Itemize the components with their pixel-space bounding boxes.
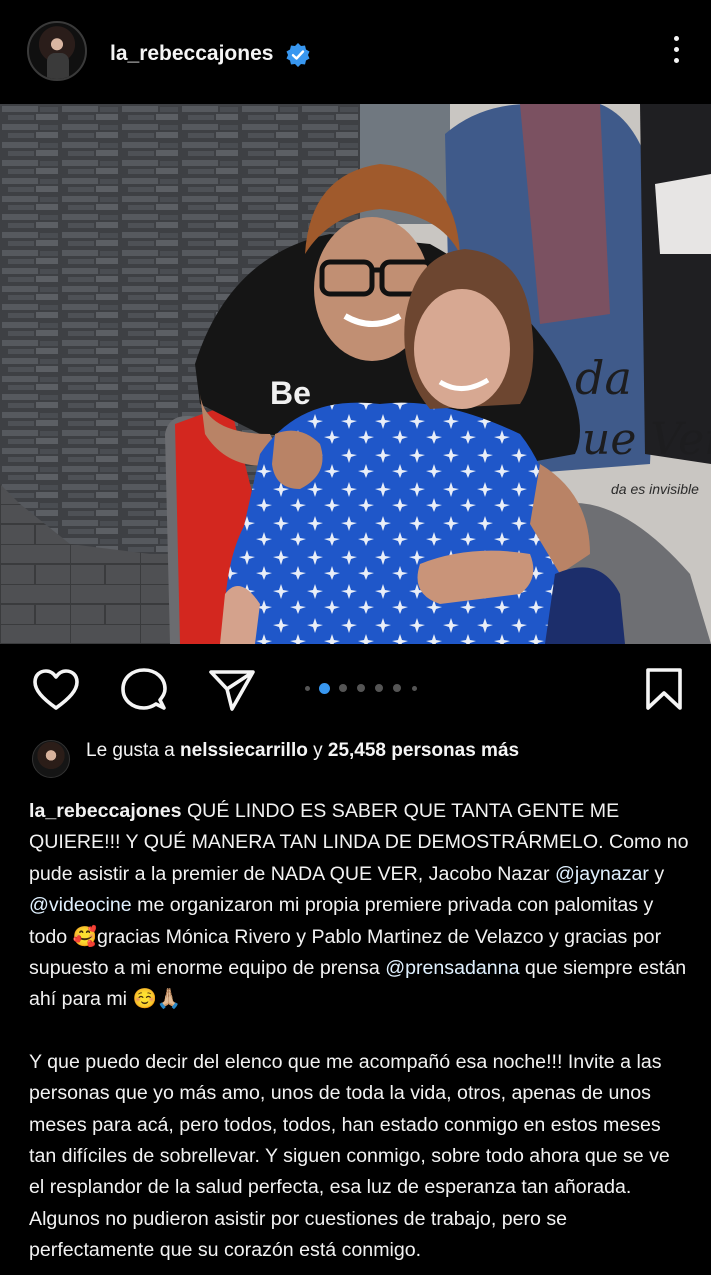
carousel-dot bbox=[357, 684, 365, 692]
more-options-icon[interactable] bbox=[668, 36, 684, 70]
caption-paragraph-2: Y que puedo decir del elenco que me acom… bbox=[29, 1050, 670, 1262]
carousel-dot bbox=[412, 686, 417, 691]
verified-badge-icon bbox=[286, 43, 310, 67]
carousel-dot bbox=[305, 686, 310, 691]
bookmark-icon[interactable] bbox=[645, 667, 683, 711]
profile-avatar[interactable] bbox=[27, 21, 87, 81]
caption-paragraph-1: la_rebeccajones QUÉ LINDO ES SABER QUE T… bbox=[29, 796, 689, 1016]
carousel-dot bbox=[393, 684, 401, 692]
comment-icon[interactable] bbox=[120, 666, 168, 714]
likes-prefix: Le gusta a bbox=[86, 740, 181, 761]
likes-count[interactable]: 25,458 personas bbox=[328, 740, 476, 761]
post-caption: la_rebeccajones QUÉ LINDO ES SABER QUE T… bbox=[29, 796, 689, 1267]
likes-summary[interactable]: Le gusta a nelssiecarrillo y 25,458 pers… bbox=[86, 737, 556, 764]
liker-username[interactable]: nelssiecarrillo bbox=[180, 740, 308, 761]
post-username[interactable]: la_rebeccajones bbox=[110, 42, 273, 66]
post-actions bbox=[0, 644, 711, 734]
mention-link[interactable]: @prensadanna bbox=[385, 957, 519, 979]
caption-text: y bbox=[648, 862, 665, 885]
post-header: la_rebeccajones bbox=[0, 0, 711, 104]
send-icon[interactable] bbox=[208, 668, 256, 712]
likes-suffix: más bbox=[475, 740, 520, 761]
caption-author[interactable]: la_rebeccajones bbox=[29, 800, 182, 822]
svg-text:Be: Be bbox=[270, 375, 311, 411]
post-image[interactable]: da ue Ver da es invisible Be bbox=[0, 104, 711, 644]
carousel-dot-active bbox=[319, 683, 330, 694]
poster-title-2: ue Ver bbox=[582, 414, 711, 465]
poster-title-1: da bbox=[575, 351, 632, 405]
carousel-dot bbox=[375, 684, 383, 692]
post-photo: da ue Ver da es invisible Be bbox=[0, 104, 711, 644]
liker-avatar[interactable] bbox=[32, 740, 70, 778]
heart-icon[interactable] bbox=[32, 668, 80, 712]
mention-link[interactable]: @videocine bbox=[29, 894, 132, 916]
poster-tagline: da es invisible bbox=[611, 481, 699, 497]
mention-link[interactable]: @jaynazar bbox=[555, 863, 649, 885]
carousel-dot bbox=[339, 684, 347, 692]
likes-middle: y bbox=[307, 740, 328, 761]
